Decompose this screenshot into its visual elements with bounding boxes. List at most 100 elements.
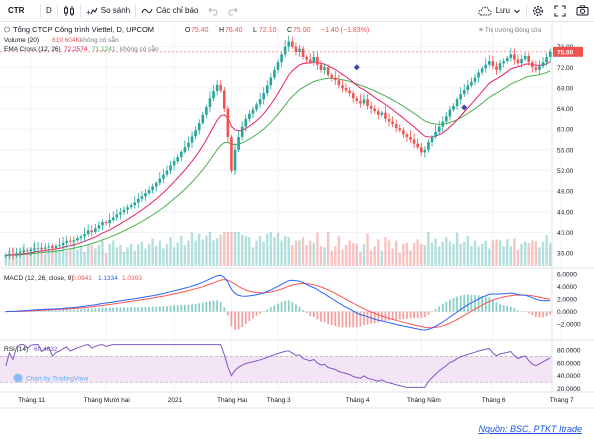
macd-histogram-bar: [144, 307, 147, 312]
undo-icon: [208, 7, 218, 15]
indicators-button[interactable]: Các chỉ báo: [136, 0, 203, 22]
candle-body: [548, 51, 552, 57]
volume-bar: [463, 241, 466, 266]
settings-button[interactable]: [527, 0, 549, 22]
redo-icon: [228, 7, 239, 15]
compare-button[interactable]: + So sánh: [81, 0, 135, 22]
snapshot-button[interactable]: [571, 0, 594, 22]
time-tick-label: Tháng Năm: [407, 397, 441, 404]
candle-body: [18, 252, 22, 254]
volume-bar: [151, 238, 154, 266]
macd-histogram-bar: [395, 311, 398, 320]
candle-body: [412, 139, 416, 144]
candle-body: [83, 234, 86, 237]
macd-tick-label: 4.0000: [557, 284, 577, 291]
volume-bar: [491, 240, 495, 266]
macd-histogram-bar: [230, 311, 233, 327]
macd-histogram-bar: [287, 300, 290, 312]
candle-body: [391, 121, 394, 125]
candle-body: [230, 136, 233, 171]
macd-histogram-bar: [183, 304, 186, 312]
candle-body: [344, 87, 348, 91]
candle-body: [495, 66, 498, 70]
candle-body: [144, 193, 147, 197]
volume-bar: [126, 247, 129, 266]
macd-histogram-bar: [65, 309, 68, 312]
symbol-search[interactable]: CTR: [0, 0, 40, 22]
macd-histogram-bar: [384, 311, 387, 321]
volume-bar: [309, 240, 312, 266]
volume-bar: [452, 243, 455, 266]
macd-histogram-bar: [538, 311, 541, 318]
undo-button[interactable]: [203, 0, 223, 22]
candle-body: [369, 106, 373, 109]
price-tick-label: 52.00: [557, 168, 574, 175]
gear-icon: [532, 5, 544, 16]
candle-body: [251, 109, 255, 114]
redo-button[interactable]: [223, 0, 243, 22]
interval-label: D: [46, 6, 52, 15]
price-chart[interactable]: 36.00 40.00 44.00 48.00 52.00 56.00 60.00 64.00…: [0, 22, 594, 420]
macd-histogram-bar: [280, 302, 283, 312]
volume-bar: [205, 235, 208, 266]
volume-bar: [445, 237, 448, 266]
candle-body: [244, 118, 248, 127]
volume-bar: [380, 250, 384, 266]
candle-body: [405, 134, 409, 137]
macd-histogram-bar: [262, 311, 265, 313]
volume-bar: [122, 251, 126, 266]
candle-body: [283, 46, 287, 55]
macd-histogram-bar: [194, 304, 197, 312]
candle-body: [416, 143, 419, 148]
legend-close-value: 75.00: [293, 27, 311, 34]
candle-body: [280, 54, 283, 63]
indicators-label: Các chỉ báo: [156, 6, 199, 15]
macd-histogram-bar: [212, 300, 215, 312]
candle-body: [129, 205, 133, 208]
volume-bar: [86, 245, 90, 266]
candle-body: [359, 100, 362, 104]
volume-bar: [237, 232, 240, 266]
fullscreen-button[interactable]: [549, 0, 571, 22]
candle-body: [419, 147, 423, 153]
volume-bar: [155, 246, 158, 266]
candle-body: [68, 240, 72, 242]
legend-open-value: 75.40: [191, 27, 209, 34]
candle-body: [337, 80, 341, 86]
volume-bar: [366, 233, 369, 266]
candle-body: [162, 174, 165, 179]
volume-bar: [90, 245, 93, 266]
candle-body: [176, 157, 180, 162]
macd-histogram-bar: [72, 309, 75, 312]
volume-bar: [212, 240, 215, 266]
candle-body: [384, 112, 387, 119]
candle-body: [323, 67, 326, 70]
fullscreen-icon: [554, 5, 566, 16]
save-label: Lưu: [495, 6, 510, 15]
volume-bar: [294, 240, 298, 266]
macd-histogram-bar: [291, 301, 294, 312]
macd-histogram-bar: [452, 297, 455, 312]
save-button[interactable]: Lưu: [473, 0, 526, 22]
macd-histogram-bar: [509, 306, 512, 312]
candle-body: [101, 222, 104, 226]
volume-bar: [480, 243, 484, 266]
macd-tick-label: 0.0000: [557, 309, 577, 316]
volume-bar: [377, 239, 380, 266]
candle-body: [222, 90, 226, 109]
volume-bar: [412, 242, 416, 266]
interval-button[interactable]: D: [41, 0, 57, 22]
candle-body: [402, 130, 405, 135]
candle-body: [22, 250, 25, 253]
volume-bar: [427, 232, 430, 266]
volume-bar: [233, 232, 237, 266]
volume-bar: [240, 234, 244, 266]
candle-body: [8, 254, 11, 256]
chart-style-button[interactable]: [58, 0, 80, 22]
time-tick-label: Tháng 3: [267, 397, 291, 404]
macd-histogram-bar: [398, 311, 401, 320]
source-note[interactable]: Nguồn: BSC, PTKT Itrade: [478, 424, 582, 434]
macd-histogram-bar: [273, 305, 276, 312]
macd-histogram-bar: [449, 299, 451, 312]
candle-body: [104, 222, 108, 224]
